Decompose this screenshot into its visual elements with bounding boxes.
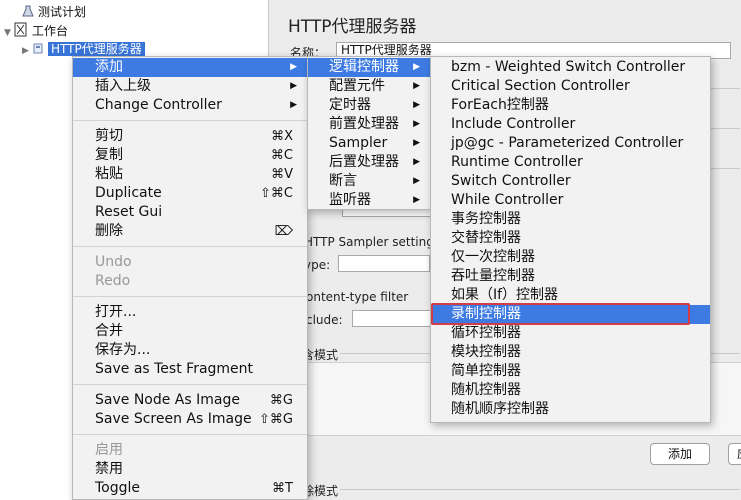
submenu-arrow-icon: ▶ <box>413 119 420 129</box>
menu-item-enable[interactable]: 启用 <box>73 441 307 460</box>
menu-item-merge[interactable]: 合并 <box>73 322 307 341</box>
menu-item-listener[interactable]: 监听器 ▶ <box>308 191 430 210</box>
menu-item-transaction-controller[interactable]: 事务控制器 <box>431 210 710 229</box>
delete-key-icon: ⌦ <box>274 224 293 239</box>
menu-item-random-order-controller[interactable]: 随机顺序控制器 <box>431 400 710 419</box>
context-menu: 添加 ▶ 插入上级 ▶ Change Controller ▶ 剪切 ⌘X 复制 ⌘C 粘… <box>72 56 308 500</box>
tree-node-label: 工作台 <box>32 24 69 38</box>
menu-item-random-controller[interactable]: 随机控制器 <box>431 381 710 400</box>
submenu-arrow-icon: ▶ <box>413 176 420 186</box>
content-type-filter-title: ontent-type filter <box>306 290 409 304</box>
menu-item-once-only-controller[interactable]: 仅一次控制器 <box>431 248 710 267</box>
menu-item-logic-controller[interactable]: 逻辑控制器 ▶ <box>308 58 430 77</box>
tree-node-test-plan[interactable]: 测试计划 <box>22 3 86 21</box>
include-label: clude: <box>306 313 343 327</box>
menu-separator <box>73 434 307 435</box>
menu-item-open[interactable]: 打开... <box>73 303 307 322</box>
tree-node-label: 测试计划 <box>38 5 87 19</box>
menu-item-module-controller[interactable]: 模块控制器 <box>431 343 710 362</box>
test-plan-icon <box>22 5 34 17</box>
menu-item-cut[interactable]: 剪切 ⌘X <box>73 127 307 146</box>
name-field-value: HTTP代理服务器 <box>341 43 432 57</box>
divider <box>340 489 740 490</box>
shortcut-text: ⌘G <box>269 393 293 408</box>
menu-item-assertion[interactable]: 断言 ▶ <box>308 172 430 191</box>
menu-item-copy[interactable]: 复制 ⌘C <box>73 146 307 165</box>
shortcut-text: ⌘V <box>271 167 293 182</box>
shortcut-text: ⇧⌘C <box>260 186 293 201</box>
submenu-arrow-icon: ▶ <box>413 157 420 167</box>
submenu-arrow-icon: ▶ <box>413 100 420 110</box>
menu-item-simple-controller[interactable]: 简单控制器 <box>431 362 710 381</box>
add-include-button[interactable]: 添加 <box>650 443 710 465</box>
menu-item-reset-gui[interactable]: Reset Gui <box>73 203 307 222</box>
menu-item-save-screen-as-image[interactable]: Save Screen As Image ⇧⌘G <box>73 410 307 429</box>
menu-item-undo[interactable]: Undo <box>73 253 307 272</box>
menu-item-weighted-switch-controller[interactable]: bzm - Weighted Switch Controller <box>431 58 710 77</box>
shortcut-text: ⌘C <box>270 148 293 163</box>
http-sampler-settings-title: HTTP Sampler setting <box>304 235 434 249</box>
menu-separator <box>73 120 307 121</box>
submenu-arrow-icon: ▶ <box>413 62 420 72</box>
menu-item-disable[interactable]: 禁用 <box>73 460 307 479</box>
shortcut-text: ⇧⌘G <box>259 412 293 427</box>
annotation-highlight-box <box>431 303 690 325</box>
menu-item-paste[interactable]: 粘贴 ⌘V <box>73 165 307 184</box>
submenu-arrow-icon: ▶ <box>290 81 297 91</box>
submenu-arrow-icon: ▶ <box>413 138 420 148</box>
menu-item-parameterized-controller[interactable]: jp@gc - Parameterized Controller <box>431 134 710 153</box>
submenu-arrow-icon: ▶ <box>290 62 297 72</box>
menu-item-loop-controller[interactable]: 循环控制器 <box>431 324 710 343</box>
add-submenu: 逻辑控制器 ▶ 配置元件 ▶ 定时器 ▶ 前置处理器 ▶ Sampler ▶ 后置处理器 ▶… <box>307 56 431 210</box>
menu-item-sampler[interactable]: Sampler ▶ <box>308 134 430 153</box>
shortcut-text: ⌘X <box>271 129 293 144</box>
workbench-icon <box>14 22 27 37</box>
shortcut-text: ⌘T <box>272 481 293 496</box>
menu-separator <box>73 296 307 297</box>
menu-item-toggle[interactable]: Toggle ⌘T <box>73 479 307 498</box>
menu-separator <box>73 246 307 247</box>
menu-item-interleave-controller[interactable]: 交替控制器 <box>431 229 710 248</box>
menu-item-redo[interactable]: Redo <box>73 272 307 291</box>
menu-item-delete[interactable]: 删除 ⌦ <box>73 222 307 241</box>
menu-item-save-node-as-image[interactable]: Save Node As Image ⌘G <box>73 391 307 410</box>
menu-item-include-controller[interactable]: Include Controller <box>431 115 710 134</box>
sampler-type-select[interactable] <box>338 255 430 272</box>
menu-item-change-controller[interactable]: Change Controller ▶ <box>73 96 307 115</box>
proxy-icon <box>33 43 43 54</box>
menu-item-config-element[interactable]: 配置元件 ▶ <box>308 77 430 96</box>
menu-item-post-processor[interactable]: 后置处理器 ▶ <box>308 153 430 172</box>
submenu-arrow-icon: ▶ <box>290 100 297 110</box>
menu-item-critical-section-controller[interactable]: Critical Section Controller <box>431 77 710 96</box>
menu-item-add[interactable]: 添加 ▶ <box>73 58 307 77</box>
include-filter-field[interactable] <box>352 310 432 327</box>
submenu-arrow-icon: ▶ <box>413 81 420 91</box>
menu-item-switch-controller[interactable]: Switch Controller <box>431 172 710 191</box>
menu-item-foreach-controller[interactable]: ForEach控制器 <box>431 96 710 115</box>
menu-item-insert-parent[interactable]: 插入上级 ▶ <box>73 77 307 96</box>
page-title: HTTP代理服务器 <box>288 17 417 37</box>
tree-node-workbench[interactable]: ▼ 工作台 <box>4 22 68 40</box>
menu-item-duplicate[interactable]: Duplicate ⇧⌘C <box>73 184 307 203</box>
menu-item-save-as-test-fragment[interactable]: Save as Test Fragment <box>73 360 307 379</box>
tree-node-label: HTTP代理服务器 <box>48 42 145 56</box>
menu-item-pre-processor[interactable]: 前置处理器 ▶ <box>308 115 430 134</box>
collapsed-triangle-icon[interactable]: ▶ <box>22 42 32 60</box>
menu-separator <box>73 384 307 385</box>
menu-item-save-as[interactable]: 保存为... <box>73 341 307 360</box>
menu-item-throughput-controller[interactable]: 吞吐量控制器 <box>431 267 710 286</box>
menu-item-timer[interactable]: 定时器 ▶ <box>308 96 430 115</box>
menu-item-while-controller[interactable]: While Controller <box>431 191 710 210</box>
partial-button[interactable]: 应 <box>728 443 741 465</box>
expanded-triangle-icon[interactable]: ▼ <box>4 24 14 42</box>
menu-item-runtime-controller[interactable]: Runtime Controller <box>431 153 710 172</box>
submenu-arrow-icon: ▶ <box>413 195 420 205</box>
logic-controller-submenu: bzm - Weighted Switch Controller Critica… <box>430 56 711 423</box>
